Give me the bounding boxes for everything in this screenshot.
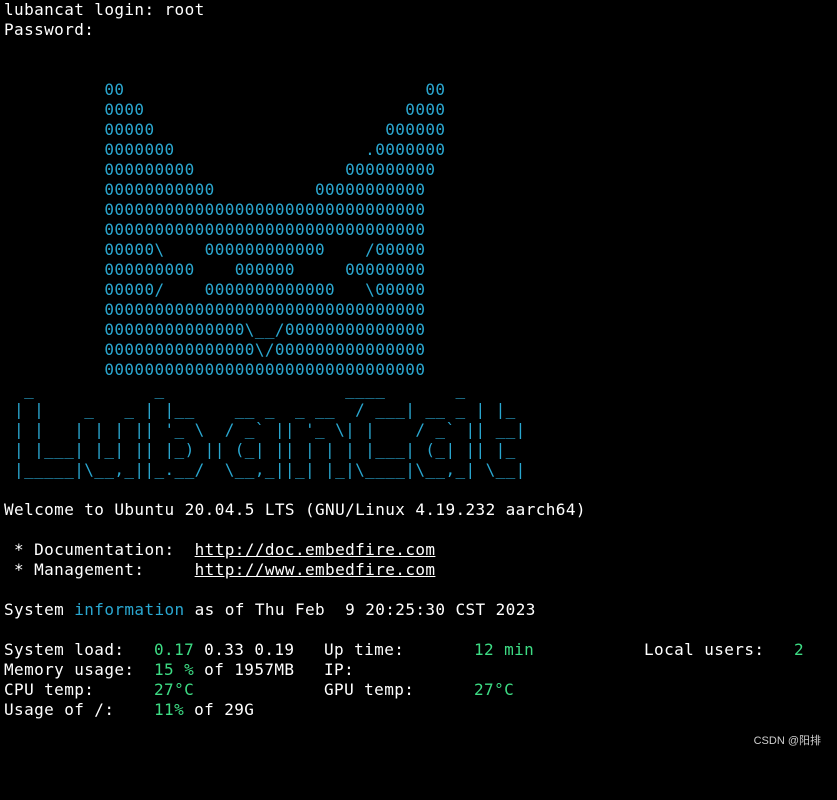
- gpu-temp-value: 27°C: [474, 680, 515, 699]
- uptime-label: Up time:: [324, 640, 405, 659]
- gpu-temp-label: GPU temp:: [324, 680, 415, 699]
- logo-line: 000000000 000000 00000000: [4, 260, 426, 279]
- banner-line: | |___| |_| || |_) || (_| || | | | |___|…: [4, 440, 516, 459]
- lubancat-banner-art: _ _ ____ _ | | _ _ | |__ __ _ _ __ / ___…: [4, 380, 837, 480]
- local-users-value: 2: [794, 640, 805, 659]
- banner-line: | | _ _ | |__ __ _ _ __ / ___| __ _ | |_: [4, 400, 516, 419]
- disk-total: of 29G: [184, 700, 255, 719]
- memory-total: of 1957MB: [194, 660, 295, 679]
- management-line: * Management: http://www.embedfire.com: [4, 560, 837, 580]
- logo-line: 00000000000000000000000000000000: [4, 300, 426, 319]
- logo-line: 000000000 000000000: [4, 160, 436, 179]
- system-load-5-15min: 0.33 0.19: [194, 640, 295, 659]
- banner-line: _ _ ____ _: [4, 380, 466, 399]
- management-label: * Management:: [4, 560, 195, 579]
- system-info-keyword: information: [74, 600, 185, 619]
- terminal-output[interactable]: lubancat login: root Password: 00 00 000…: [4, 0, 837, 720]
- logo-line: 00 00: [4, 80, 446, 99]
- banner-line: | | | | | || '_ \ / _` || '_ \| | / _` |…: [4, 420, 526, 439]
- documentation-line: * Documentation: http://doc.embedfire.co…: [4, 540, 837, 560]
- stats-row-memory: Memory usage: 15 % of 1957MB IP:: [4, 660, 837, 680]
- disk-usage-value: 11% of 29G: [154, 700, 254, 720]
- logo-line: 000000000000000\/000000000000000: [4, 340, 426, 359]
- lubancat-logo-art: 00 00 0000 0000 00000 000000 0000000 .00…: [4, 80, 837, 380]
- stats-row-disk: Usage of /: 11% of 29G: [4, 700, 837, 720]
- welcome-line: Welcome to Ubuntu 20.04.5 LTS (GNU/Linux…: [4, 500, 586, 519]
- watermark: CSDN @阳排: [753, 735, 821, 747]
- system-info-line: System information as of Thu Feb 9 20:25…: [4, 600, 837, 620]
- login-line: lubancat login: root: [4, 0, 205, 19]
- management-link[interactable]: http://www.embedfire.com: [195, 560, 436, 579]
- disk-usage-label: Usage of /:: [4, 700, 115, 719]
- memory-usage-value: 15 % of 1957MB: [154, 660, 294, 680]
- memory-usage-label: Memory usage:: [4, 660, 135, 679]
- local-users-label: Local users:: [644, 640, 765, 659]
- banner-line: |_____|\__,_||_.__/ \__,_||_| |_|\____|\…: [4, 460, 526, 479]
- logo-line: 00000000000000000000000000000000: [4, 360, 426, 379]
- documentation-link[interactable]: http://doc.embedfire.com: [195, 540, 436, 559]
- logo-line: 00000000000000\__/00000000000000: [4, 320, 426, 339]
- system-info-timestamp: as of Thu Feb 9 20:25:30 CST 2023: [184, 600, 536, 619]
- ip-label: IP:: [324, 660, 355, 679]
- logo-line: 00000000000000000000000000000000: [4, 200, 426, 219]
- logo-line: 00000/ 0000000000000 \00000: [4, 280, 426, 299]
- uptime-value: 12 min: [474, 640, 535, 659]
- system-load-1min: 0.17: [154, 640, 195, 659]
- logo-line: 00000000000 00000000000: [4, 180, 426, 199]
- system-info-prefix: System: [4, 600, 75, 619]
- logo-line: 0000 0000: [4, 100, 446, 119]
- stats-row-load: System load: 0.17 0.33 0.19 Up time: 12 …: [4, 640, 837, 660]
- password-line: Password:: [4, 20, 95, 39]
- logo-line: 00000000000000000000000000000000: [4, 220, 426, 239]
- disk-usage-percent: 11%: [154, 700, 185, 719]
- system-load-label: System load:: [4, 640, 125, 659]
- logo-line: 00000 000000: [4, 120, 446, 139]
- cpu-temp-value: 27°C: [154, 680, 195, 699]
- logo-line: 00000\ 000000000000 /00000: [4, 240, 426, 259]
- documentation-label: * Documentation:: [4, 540, 195, 559]
- system-load-value: 0.17 0.33 0.19: [154, 640, 294, 660]
- logo-line: 0000000 .0000000: [4, 140, 446, 159]
- cpu-temp-label: CPU temp:: [4, 680, 95, 699]
- memory-usage-percent: 15 %: [154, 660, 195, 679]
- stats-row-temp: CPU temp: 27°C GPU temp: 27°C: [4, 680, 837, 700]
